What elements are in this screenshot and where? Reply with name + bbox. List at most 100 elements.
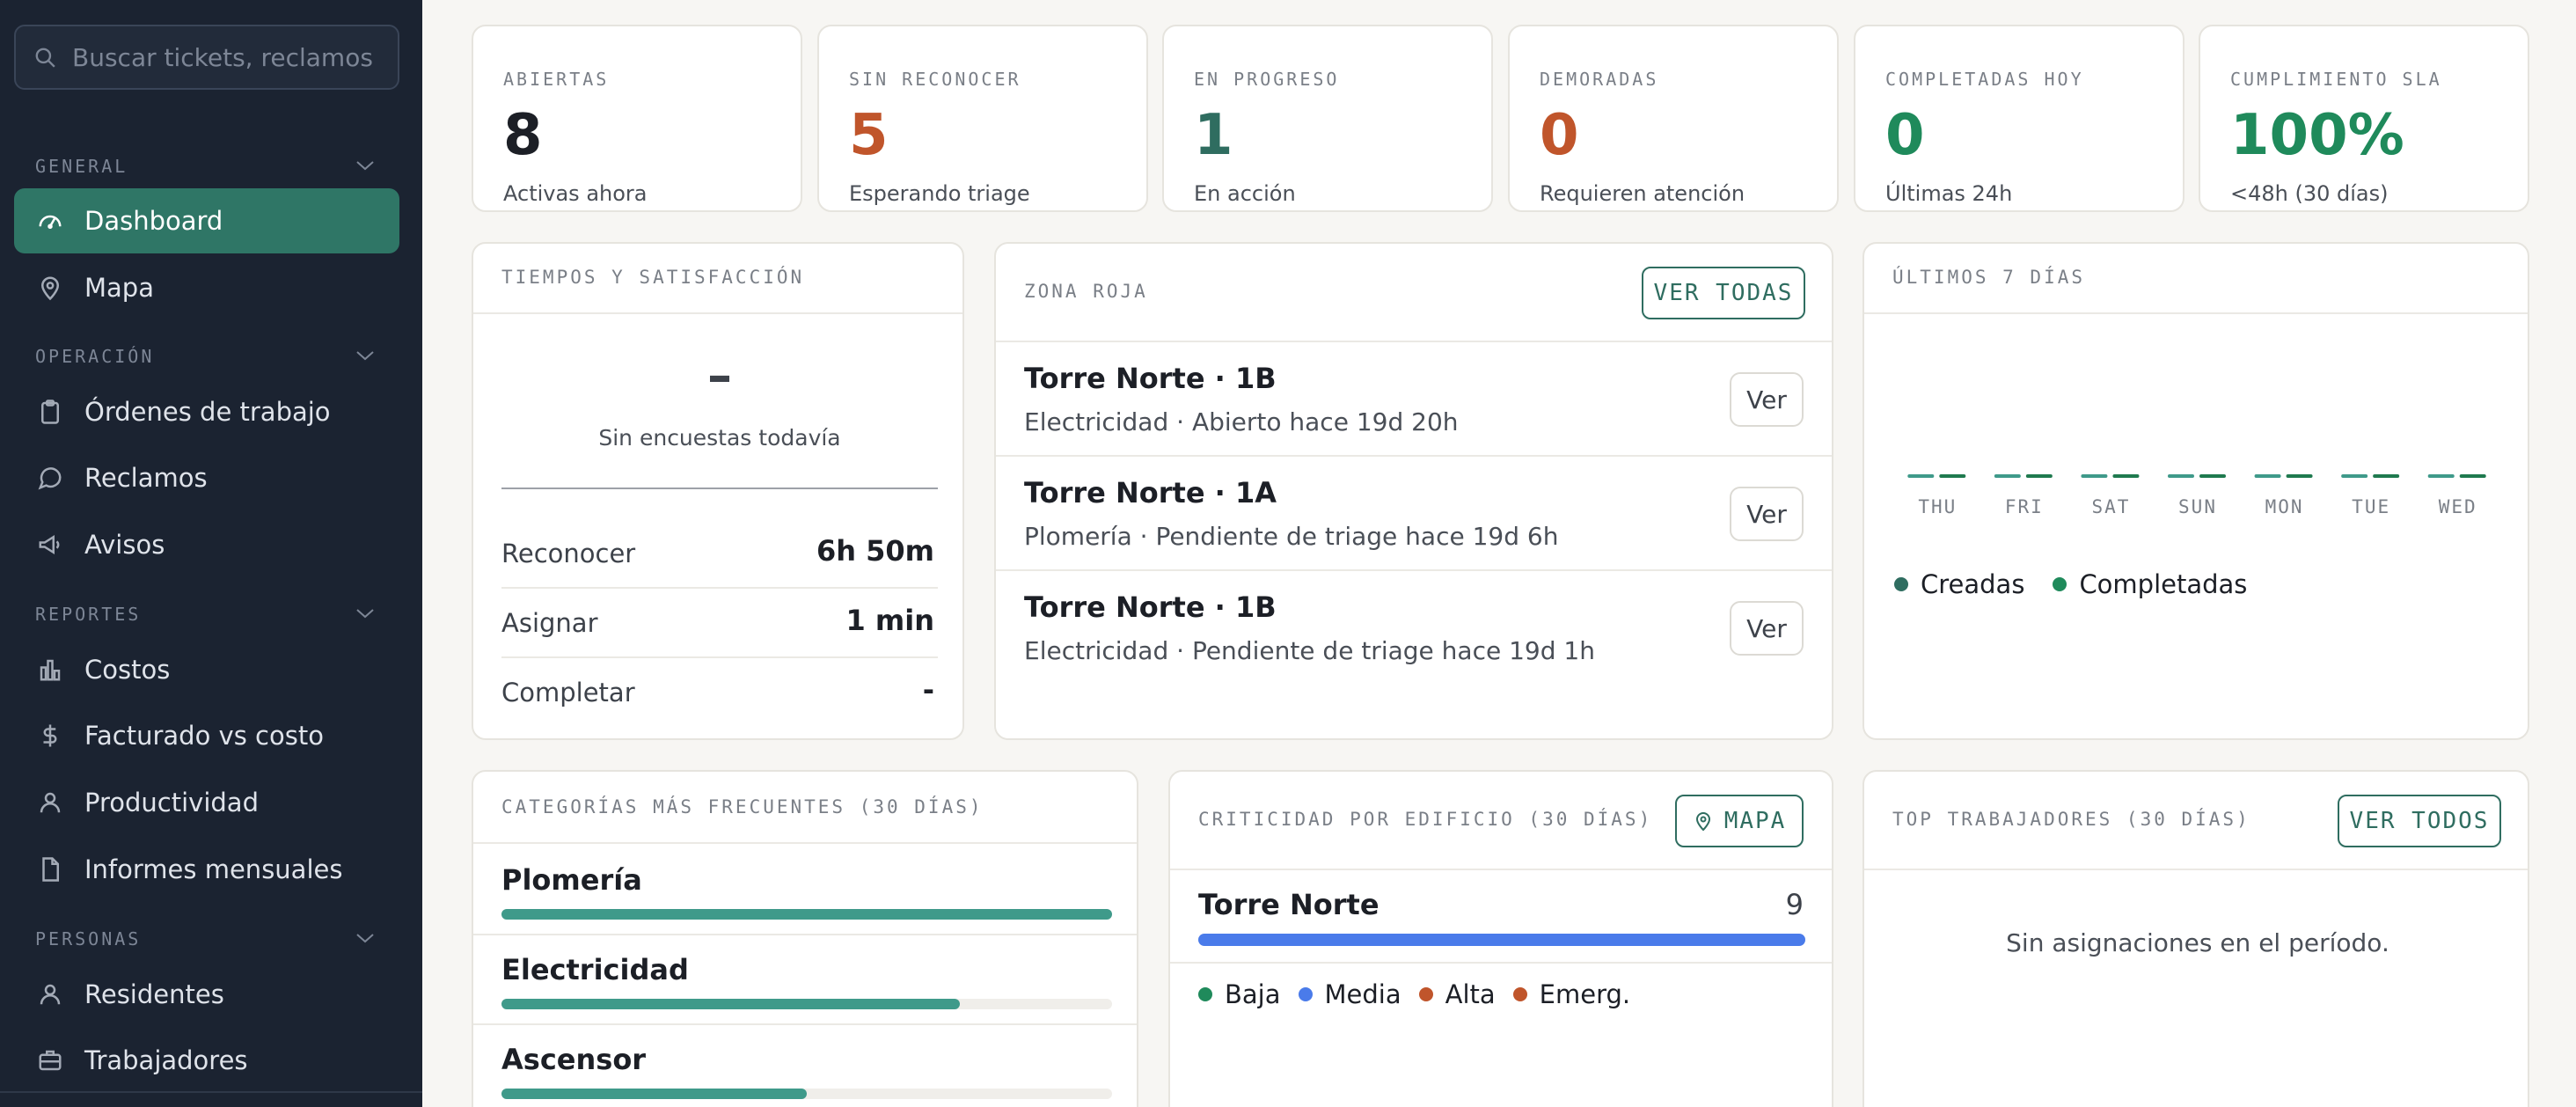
section-label-reportes: REPORTES <box>35 604 142 625</box>
stat-card-sin-reconocer[interactable]: SIN RECONOCER 5 Esperando triage <box>817 25 1148 212</box>
view-button[interactable]: Ver <box>1730 372 1804 427</box>
stat-value: 1 <box>1194 103 1233 168</box>
clipboard-icon <box>41 400 59 424</box>
stat-card-demoradas[interactable]: DEMORADAS 0 Requieren atención <box>1508 25 1839 212</box>
sidebar-item-trabajadores[interactable]: Trabajadores <box>14 1028 399 1093</box>
tick-label: TUE <box>2352 496 2390 517</box>
sidebar-item-label: Facturado vs costo <box>84 721 324 751</box>
map-button-label: MAPA <box>1723 808 1787 834</box>
satisfaction-score: – <box>707 348 732 405</box>
sidebar-divider <box>0 1091 422 1093</box>
sidebar-item-dashboard[interactable]: Dashboard <box>14 188 399 253</box>
card-divider <box>1170 869 1832 870</box>
stat-value: 5 <box>849 103 889 168</box>
sidebar-item-avisos[interactable]: Avisos <box>14 512 399 577</box>
stat-card-completadas-hoy[interactable]: COMPLETADAS HOY 0 Últimas 24h <box>1854 25 2184 212</box>
bar-completadas-fri <box>2025 474 2053 478</box>
time-value-reconocer: 6h 50m <box>816 534 934 568</box>
tick-label: MON <box>2265 496 2304 517</box>
view-button[interactable]: Ver <box>1730 601 1804 656</box>
category-bar-fill <box>501 1089 807 1099</box>
card-divider <box>1170 962 1832 964</box>
chevron-down-icon[interactable] <box>354 606 377 620</box>
legend-dot <box>1894 577 1908 591</box>
card-title: CRITICIDAD POR EDIFICIO (30 DÍAS) <box>1198 809 1653 830</box>
sidebar-item-ordenes[interactable]: Órdenes de trabajo <box>14 379 399 444</box>
sidebar-item-mapa[interactable]: Mapa <box>14 255 399 320</box>
sidebar: GENERAL Dashboard Mapa OPERACIÓN Órdenes… <box>0 0 422 1107</box>
sidebar-item-productividad[interactable]: Productividad <box>14 770 399 835</box>
sidebar-item-reclamos[interactable]: Reclamos <box>14 445 399 510</box>
sidebar-item-label: Reclamos <box>84 463 208 493</box>
sidebar-item-label: Dashboard <box>84 206 223 236</box>
section-label-operacion: OPERACIÓN <box>35 346 155 367</box>
time-label-reconocer: Reconocer <box>501 539 636 568</box>
bar-creadas-mon <box>2254 474 2281 478</box>
stat-sub: Activas ahora <box>503 181 648 206</box>
section-label-personas: PERSONAS <box>35 928 142 949</box>
sidebar-item-residentes[interactable]: Residentes <box>14 962 399 1027</box>
red-zone-item[interactable]: Torre Norte · 1B Electricidad · Abierto … <box>996 342 1832 457</box>
view-all-button[interactable]: VER TODAS <box>1642 267 1805 319</box>
time-value-completar: - <box>922 673 934 707</box>
bar-creadas-thu <box>1907 474 1935 478</box>
gauge-icon <box>39 215 62 230</box>
card-divider <box>473 312 962 314</box>
legend-label: Completadas <box>2079 569 2248 599</box>
legend-item-creadas: Creadas <box>1894 569 2024 599</box>
red-zone-item[interactable]: Torre Norte · 1B Electricidad · Pendient… <box>996 571 1832 685</box>
zone-item-title: Torre Norte · 1B <box>1024 590 1277 624</box>
criticality-legend: Baja Media Alta Emerg. <box>1198 979 1648 1009</box>
stat-card-en-progreso[interactable]: EN PROGRESO 1 En acción <box>1162 25 1493 212</box>
time-label-asignar: Asignar <box>501 608 598 638</box>
chevron-down-icon[interactable] <box>354 158 377 172</box>
card-title: CATEGORÍAS MÁS FRECUENTES (30 DÍAS) <box>501 796 984 817</box>
sidebar-item-facturado[interactable]: Facturado vs costo <box>14 703 399 768</box>
category-row: Plomería4 <box>473 846 1137 935</box>
top-workers-empty: Sin asignaciones en el período. <box>2006 928 2389 957</box>
view-button[interactable]: Ver <box>1730 487 1804 541</box>
chevron-down-icon[interactable] <box>354 348 377 363</box>
category-row: Electricidad3 <box>473 935 1137 1025</box>
red-zone-card: ZONA ROJA VER TODAS Torre Norte · 1B Ele… <box>994 242 1833 740</box>
legend-label: Media <box>1324 979 1401 1009</box>
search-box[interactable] <box>14 25 399 90</box>
time-value-asignar: 1 min <box>845 604 935 637</box>
building-count: 9 <box>1785 888 1804 921</box>
sidebar-item-label: Residentes <box>84 979 224 1009</box>
search-icon <box>35 48 55 68</box>
stat-sub: Requieren atención <box>1540 181 1745 206</box>
stat-value: 100% <box>2230 103 2404 168</box>
stat-sub: Últimas 24h <box>1885 181 2013 206</box>
category-bar-track <box>501 1089 1112 1099</box>
stat-sub: Esperando triage <box>849 181 1030 206</box>
megaphone-icon <box>39 534 60 555</box>
stat-card-cumplimiento-sla[interactable]: CUMPLIMIENTO SLA 100% <48h (30 días) <box>2199 25 2529 212</box>
view-all-workers-button[interactable]: VER TODOS <box>2338 795 2501 847</box>
category-name: Ascensor <box>501 1043 647 1076</box>
bar-completadas-mon <box>2286 474 2313 478</box>
red-zone-item[interactable]: Torre Norte · 1A Plomería · Pendiente de… <box>996 457 1832 571</box>
bar-chart: THU FRI SAT SUN MON TUE WED <box>1907 474 2486 517</box>
tick-label: WED <box>2439 496 2477 517</box>
chevron-down-icon[interactable] <box>354 931 377 945</box>
stat-label: COMPLETADAS HOY <box>1885 69 2084 90</box>
card-title: ZONA ROJA <box>1024 281 1148 302</box>
sidebar-item-label: Avisos <box>84 530 165 560</box>
sidebar-item-informes[interactable]: Informes mensuales <box>14 837 399 902</box>
category-name: Electricidad <box>501 953 689 986</box>
map-button[interactable]: MAPA <box>1675 795 1804 847</box>
sidebar-item-costos[interactable]: Costos <box>14 637 399 702</box>
sidebar-item-label: Informes mensuales <box>84 854 343 884</box>
building-bar-fill <box>1198 934 1805 946</box>
search-input[interactable] <box>72 42 389 72</box>
bar-completadas-tue <box>2373 474 2400 478</box>
legend-item-emerg: Emerg. <box>1512 979 1630 1009</box>
times-card: TIEMPOS Y SATISFACCIÓN – Sin encuestas t… <box>472 242 964 740</box>
stat-card-abiertas[interactable]: ABIERTAS 8 Activas ahora <box>472 25 802 212</box>
stat-label: SIN RECONOCER <box>849 69 1021 90</box>
bar-completadas-thu <box>1939 474 1966 478</box>
legend-item-alta: Alta <box>1418 979 1496 1009</box>
category-bar-fill <box>501 999 960 1009</box>
map-pin-icon <box>1695 812 1710 832</box>
